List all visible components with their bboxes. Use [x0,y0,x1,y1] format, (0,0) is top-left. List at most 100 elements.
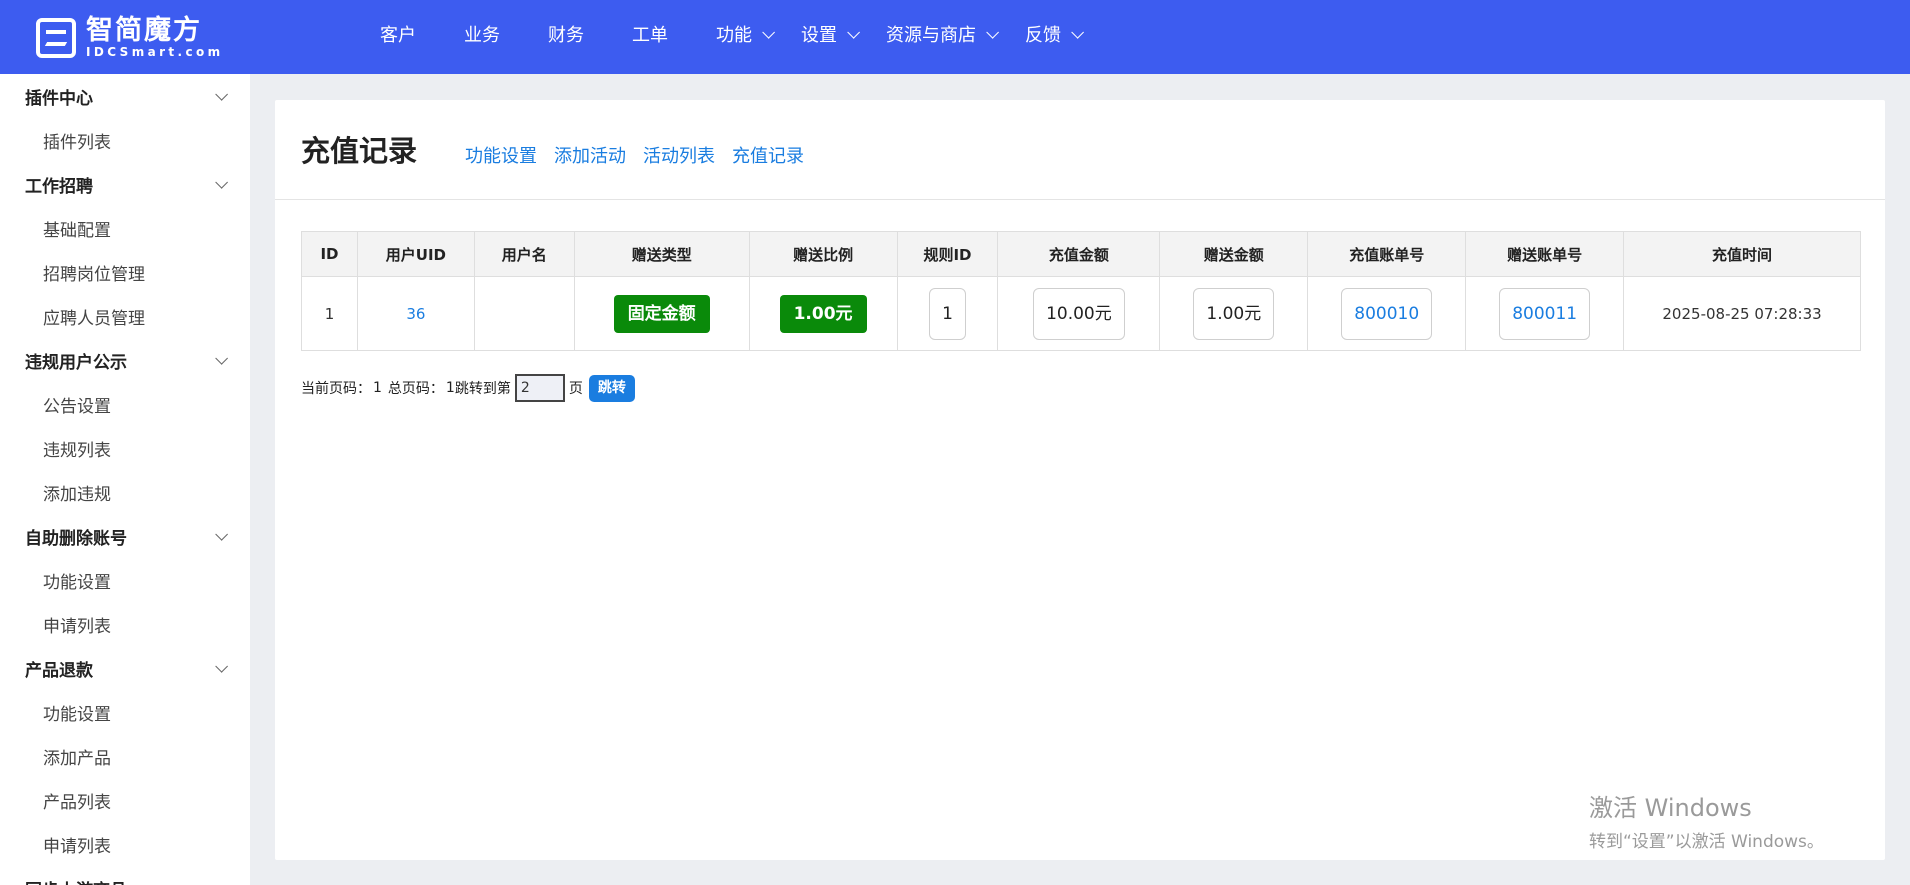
chevron-down-icon [986,25,999,39]
nav-label: 客户 [380,25,416,46]
nav-label: 业务 [464,25,500,46]
sidebar-item-refund-request-list[interactable]: 申请列表 [0,822,250,866]
subnav-feature-settings[interactable]: 功能设置 [465,142,537,168]
jump-suffix-label: 页 [568,381,583,397]
cell-gift-amount: 1.00元 [1159,276,1309,351]
gift-invoice-link[interactable]: 800011 [1499,287,1591,340]
jump-prefix-label: 跳转到第 [454,381,511,397]
sidebar-item-basic-config[interactable]: 基础配置 [0,206,250,250]
cell-username [473,276,575,351]
nav-label: 资源与商店 [886,25,976,46]
nav-feedback[interactable]: 反馈 [1025,21,1084,47]
col-header-recharge-invoice[interactable]: 充值账单号 [1307,231,1467,277]
nav-customers[interactable]: 客户 [380,21,416,47]
total-page-value: 1 [445,380,455,396]
sidebar-group-violation-notice[interactable]: 违规用户公示 [0,338,250,382]
cell-rule-id: 1 [896,276,999,351]
content-card: 充值记录 功能设置 添加活动 活动列表 充值记录 ID 用户UID 用户名 赠送… [275,100,1885,860]
table-header-row: ID 用户UID 用户名 赠送类型 赠送比例 规则ID 充值金额 赠送金额 充值… [301,231,1861,277]
sidebar-item-refund-feature-settings[interactable]: 功能设置 [0,690,250,734]
recharge-invoice-link[interactable]: 800010 [1341,287,1433,340]
jump-button[interactable]: 跳转 [588,374,635,402]
cell-gift-invoice: 800011 [1465,276,1625,351]
current-page-label: 当前页码： [301,381,371,397]
top-navbar: 智简魔方 IDCSmart.com 客户 业务 财务 工单 功能 设置 资源与商… [0,0,1910,74]
card-header: 充值记录 功能设置 添加活动 活动列表 充值记录 [275,100,1885,200]
sidebar-group-plugin-center[interactable]: 插件中心 [0,74,250,118]
sidebar-item-applicant-management[interactable]: 应聘人员管理 [0,294,250,338]
brand-subtitle: IDCSmart.com [86,45,224,59]
sidebar-group-label: 违规用户公示 [25,352,127,373]
sidebar-group-product-refund[interactable]: 产品退款 [0,646,250,690]
nav-tickets[interactable]: 工单 [632,21,668,47]
total-page-label: 总页码： [387,381,444,397]
col-header-gift-ratio[interactable]: 赠送比例 [748,231,898,277]
col-header-recharge-time[interactable]: 充值时间 [1623,231,1861,277]
col-header-username[interactable]: 用户名 [473,231,575,277]
page-title: 充值记录 [301,134,418,168]
nav-label: 反馈 [1025,25,1061,46]
sidebar-group-label: 同步上游商品 [25,876,127,885]
watermark-line1: 激活 Windows [1589,794,1752,822]
recharge-amount-box: 10.00元 [1033,287,1125,340]
sidebar-item-add-violation[interactable]: 添加违规 [0,470,250,514]
nav-label: 功能 [716,25,752,46]
col-header-id[interactable]: ID [301,231,358,277]
pagination: 当前页码： 1 总页码： 1 跳转到第 页 跳转 [301,374,635,402]
nav-label: 财务 [548,25,584,46]
gift-ratio-badge: 1.00元 [779,294,867,333]
sidebar-group-label: 自助删除账号 [25,528,127,549]
sidebar-group-label: 产品退款 [25,660,93,681]
sidebar-group-sync-upstream[interactable]: 同步上游商品 [0,866,250,885]
nav-finance[interactable]: 财务 [548,21,584,47]
sidebar-item-feature-settings[interactable]: 功能设置 [0,558,250,602]
subnav-add-activity[interactable]: 添加活动 [554,142,626,168]
chevron-down-icon [215,527,228,541]
col-header-rule-id[interactable]: 规则ID [896,231,999,277]
sidebar-item-add-product[interactable]: 添加产品 [0,734,250,778]
sidebar-item-notice-settings[interactable]: 公告设置 [0,382,250,426]
current-page-value: 1 [373,380,382,396]
nav-label: 设置 [801,25,837,46]
sidebar-item-violation-list[interactable]: 违规列表 [0,426,250,470]
col-header-gift-amount[interactable]: 赠送金额 [1159,231,1309,277]
cell-recharge-time: 2025-08-25 07:28:33 [1623,276,1861,351]
brand-logo[interactable]: 智简魔方 IDCSmart.com [36,16,224,60]
cell-gift-type: 固定金额 [573,276,750,351]
chevron-down-icon [847,25,860,39]
chevron-down-icon [215,351,228,365]
sidebar-item-position-management[interactable]: 招聘岗位管理 [0,250,250,294]
recharge-table: ID 用户UID 用户名 赠送类型 赠送比例 规则ID 充值金额 赠送金额 充值… [301,231,1861,351]
nav-business[interactable]: 业务 [464,21,500,47]
col-header-gift-invoice[interactable]: 赠送账单号 [1465,231,1625,277]
col-header-gift-type[interactable]: 赠送类型 [573,231,750,277]
chevron-down-icon [215,879,228,885]
jump-page-input[interactable] [514,374,565,402]
main-nav: 客户 业务 财务 工单 功能 设置 资源与商店 反馈 [380,0,1110,68]
sidebar-item-request-list[interactable]: 申请列表 [0,602,250,646]
chevron-down-icon [215,659,228,673]
cell-gift-ratio: 1.00元 [748,276,898,351]
nav-label: 工单 [632,25,668,46]
windows-activation-watermark: 激活 Windows 转到“设置”以激活 Windows。 [1589,788,1824,852]
sidebar-group-self-delete-account[interactable]: 自助删除账号 [0,514,250,558]
sidebar-item-plugin-list[interactable]: 插件列表 [0,118,250,162]
table-row: 1 36 固定金额 1.00元 1 10.00元 1.00元 800010 80… [301,276,1861,351]
nav-resources-store[interactable]: 资源与商店 [886,21,999,47]
sidebar-group-label: 工作招聘 [25,176,93,197]
brand-title: 智简魔方 [86,15,202,46]
cell-recharge-amount: 10.00元 [997,276,1161,351]
uid-link[interactable]: 36 [406,305,425,323]
nav-features[interactable]: 功能 [716,21,775,47]
rule-id-box: 1 [929,287,966,340]
subnav-recharge-records[interactable]: 充值记录 [732,142,804,168]
sub-nav: 功能设置 添加活动 活动列表 充值记录 [465,142,821,168]
nav-settings[interactable]: 设置 [801,21,860,47]
logo-icon [36,18,76,58]
sidebar-group-job-recruitment[interactable]: 工作招聘 [0,162,250,206]
chevron-down-icon [762,25,775,39]
sidebar-item-product-list[interactable]: 产品列表 [0,778,250,822]
col-header-uid[interactable]: 用户UID [356,231,475,277]
subnav-activity-list[interactable]: 活动列表 [643,142,715,168]
col-header-recharge-amount[interactable]: 充值金额 [997,231,1161,277]
